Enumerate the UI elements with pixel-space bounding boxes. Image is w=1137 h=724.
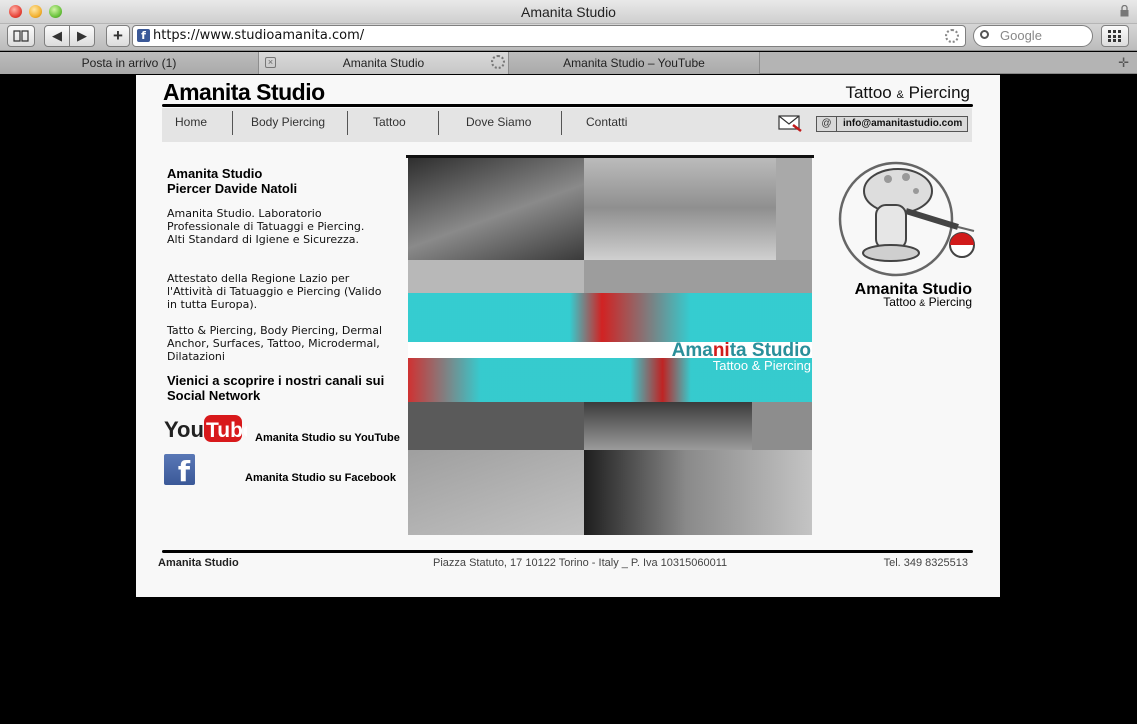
site-logo[interactable]: Amanita Studio (163, 79, 325, 106)
forward-button[interactable]: ▶ (69, 25, 95, 47)
back-button[interactable]: ◀ (44, 25, 70, 47)
badge-subtitle: Tattoo & Piercing (836, 296, 972, 309)
hero-top-border (406, 155, 814, 158)
url-text: https://www.studioamanita.com/ (153, 28, 365, 43)
book-icon (13, 30, 29, 42)
photo-tile (776, 156, 812, 260)
plus-icon: + (113, 26, 123, 45)
nav-home[interactable]: Home (175, 115, 207, 129)
search-field[interactable]: Google (973, 25, 1093, 47)
tab-youtube[interactable]: Amanita Studio – YouTube (509, 52, 760, 74)
back-arrow-icon: ◀ (52, 28, 62, 43)
tab-posta[interactable]: Posta in arrivo (1) (0, 52, 259, 74)
nav-divider (561, 111, 562, 135)
nav-contatti[interactable]: Contatti (586, 115, 627, 129)
sidebar-heading-piercer: Piercer Davide Natoli (167, 181, 298, 196)
web-page: Amanita Studio Tattoo & Piercing Home Bo… (136, 75, 1000, 597)
add-bookmark-button[interactable]: + (106, 25, 130, 47)
tab-label: Amanita Studio (342, 56, 425, 70)
nav-body-piercing[interactable]: Body Piercing (251, 115, 325, 129)
photo-tile (752, 402, 812, 450)
sidebar-heading-studio: Amanita Studio (167, 166, 263, 181)
facebook-link[interactable]: Amanita Studio su Facebook (245, 472, 396, 484)
cyan-band (408, 293, 812, 343)
facebook-logo[interactable]: f (164, 454, 195, 488)
photo-tile (584, 450, 812, 535)
photo-tile (408, 156, 584, 260)
footer-brand: Amanita Studio (158, 557, 239, 569)
browser-toolbar: ◀ ▶ + f https://www.studioamanita.com/ G… (0, 24, 1137, 51)
badge-sub-piercing: Piercing (928, 295, 972, 309)
email-text: info@amanitastudio.com (843, 118, 963, 129)
youtube-logo[interactable]: You Tube (163, 413, 247, 445)
youtube-link[interactable]: Amanita Studio su YouTube (255, 432, 400, 444)
lock-icon (1120, 5, 1129, 17)
search-icon (980, 30, 989, 39)
mushroom-logo-icon (838, 161, 975, 277)
nav-divider (438, 111, 439, 135)
subtitle-amp: & (896, 89, 904, 101)
footer-address: Piazza Statuto, 17 10122 Torino - Italy … (433, 557, 728, 569)
photo-tile (584, 402, 752, 450)
tab-loading-icon (491, 55, 505, 69)
new-tab-icon[interactable]: ✛ (1118, 52, 1129, 74)
svg-text:Tube: Tube (206, 419, 247, 442)
tab-amanita[interactable]: × Amanita Studio (259, 52, 509, 74)
window-title: Amanita Studio (521, 4, 616, 20)
main-nav: Home Body Piercing Tattoo Dove Siamo Con… (162, 108, 972, 142)
address-bar[interactable]: f https://www.studioamanita.com/ (132, 25, 966, 47)
at-icon: @ (817, 117, 837, 131)
social-heading: Vienici a scoprire i nostri canali sui S… (167, 373, 385, 403)
nav-tattoo[interactable]: Tattoo (373, 115, 406, 129)
search-placeholder: Google (1000, 28, 1042, 43)
bookmarks-button[interactable] (7, 25, 35, 47)
tab-label: Amanita Studio – YouTube (563, 56, 705, 70)
close-tab-icon[interactable]: × (265, 57, 276, 68)
hero-subtitle: Tattoo & Piercing (712, 358, 811, 373)
nav-divider (232, 111, 233, 135)
photo-tile (408, 402, 584, 450)
photo-tile (584, 260, 812, 293)
photo-tile (584, 156, 776, 260)
footer-divider (162, 550, 973, 553)
sidebar-paragraph: Attestato della Regione Lazio per l'Atti… (167, 272, 382, 311)
envelope-icon[interactable] (778, 114, 802, 132)
sidebar-paragraph: Amanita Studio. Laboratorio Professional… (167, 207, 365, 246)
email-link[interactable]: @ info@amanitastudio.com (816, 116, 968, 132)
grid-icon (1108, 30, 1121, 42)
hero-collage-image: Amanita Studio Tattoo & Piercing (408, 156, 812, 535)
nav-divider (347, 111, 348, 135)
subtitle-piercing: Piercing (908, 83, 970, 102)
badge-sub-amp: & (919, 298, 926, 308)
badge-sub-tattoo: Tattoo (883, 295, 916, 309)
subtitle-tattoo: Tattoo (845, 83, 892, 102)
header-divider (162, 104, 973, 107)
photo-tile (408, 260, 584, 293)
photo-tile (408, 450, 584, 535)
facebook-favicon-icon: f (137, 29, 150, 42)
tab-bar: Posta in arrivo (1) × Amanita Studio Ama… (0, 52, 1137, 74)
tab-label: Posta in arrivo (1) (81, 56, 177, 70)
hero-brand-part: Ama (671, 340, 713, 361)
nav-dove-siamo[interactable]: Dove Siamo (466, 115, 531, 129)
loading-spinner-icon (945, 29, 959, 43)
forward-arrow-icon: ▶ (77, 28, 87, 43)
sidebar-paragraph: Tatto & Piercing, Body Piercing, Dermal … (167, 324, 383, 363)
menu-button[interactable] (1101, 25, 1129, 47)
svg-text:You: You (164, 417, 204, 442)
window-titlebar: Amanita Studio (0, 0, 1137, 24)
footer-phone: Tel. 349 8325513 (883, 557, 968, 569)
site-subtitle: Tattoo & Piercing (845, 83, 970, 103)
